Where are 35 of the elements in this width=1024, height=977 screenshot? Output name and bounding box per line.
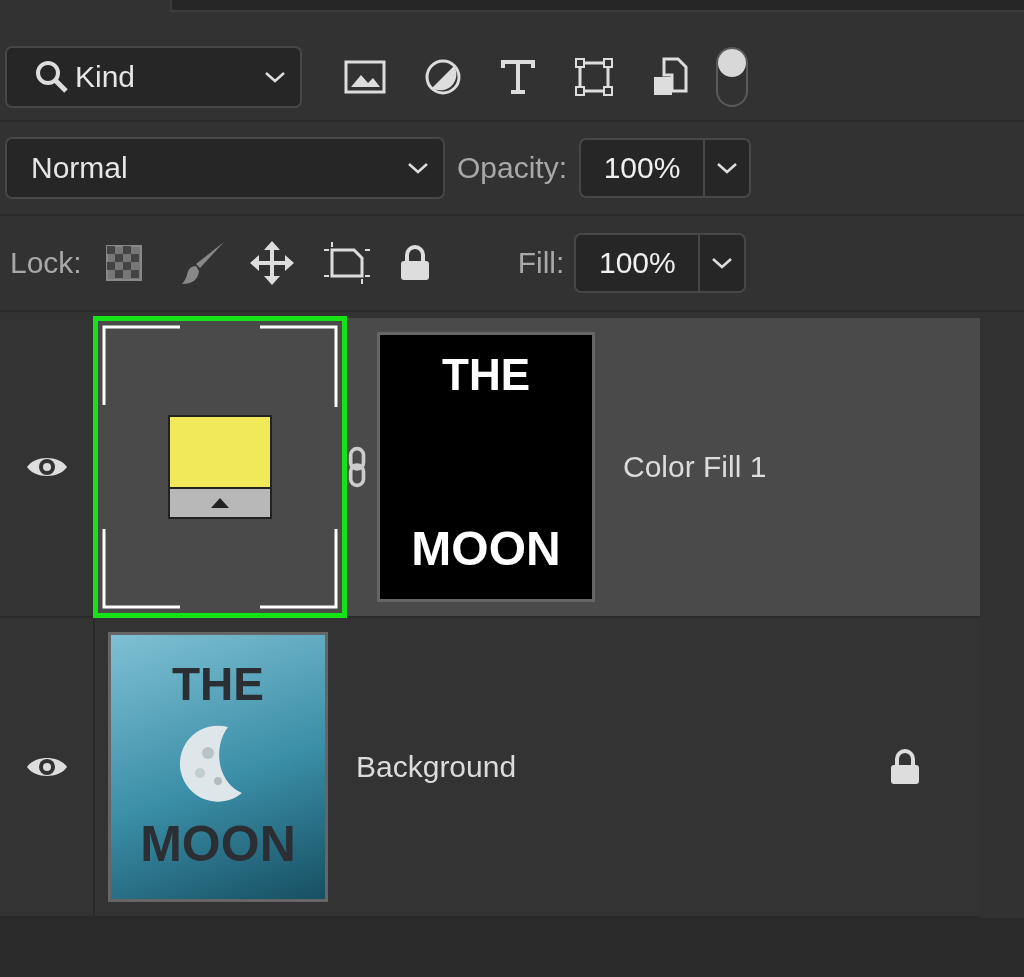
- mask-thumbnail[interactable]: THE MOON: [377, 332, 595, 602]
- layer-row[interactable]: THE MOON Background: [0, 618, 980, 918]
- thumbnail-text: THE: [172, 661, 264, 707]
- thumbnail-text: MOON: [140, 819, 296, 869]
- type-filter-icon[interactable]: [500, 59, 536, 95]
- shape-filter-icon[interactable]: [574, 57, 614, 97]
- layer-name[interactable]: Color Fill 1: [623, 450, 767, 484]
- fill-field[interactable]: 100%: [574, 233, 747, 293]
- blend-mode-dropdown[interactable]: Normal: [5, 137, 445, 199]
- layer-name[interactable]: Background: [356, 750, 517, 784]
- artboard-icon[interactable]: [323, 242, 370, 284]
- opacity-label: Opacity:: [457, 151, 568, 185]
- lock-transparency-icon[interactable]: [105, 245, 142, 281]
- search-icon: [35, 60, 69, 94]
- image-filter-icon[interactable]: [344, 60, 386, 94]
- layer-row[interactable]: THE MOON Color Fill 1: [0, 318, 980, 618]
- caret-icon: [407, 161, 429, 175]
- layer-lock-icon[interactable]: [888, 748, 922, 786]
- image-thumbnail[interactable]: THE MOON: [108, 632, 328, 902]
- lock-label: Lock:: [10, 246, 82, 280]
- caret-icon: [264, 70, 286, 84]
- caret-icon: [716, 161, 739, 175]
- color-swatch-icon: [168, 415, 272, 519]
- caret-icon: [711, 256, 734, 270]
- adjustment-filter-icon[interactable]: [424, 58, 462, 96]
- fill-layer-thumbnail[interactable]: [93, 316, 347, 618]
- smart-object-filter-icon[interactable]: [652, 57, 688, 97]
- filter-kind-dropdown[interactable]: Kind: [5, 46, 302, 108]
- brush-icon[interactable]: [179, 240, 226, 286]
- move-icon[interactable]: [249, 241, 294, 285]
- thumbnail-text: THE: [442, 353, 530, 397]
- thumbnail-text: MOON: [411, 525, 561, 573]
- fill-label: Fill:: [517, 246, 565, 280]
- opacity-field[interactable]: 100%: [579, 138, 752, 198]
- filter-toggle[interactable]: [716, 47, 748, 107]
